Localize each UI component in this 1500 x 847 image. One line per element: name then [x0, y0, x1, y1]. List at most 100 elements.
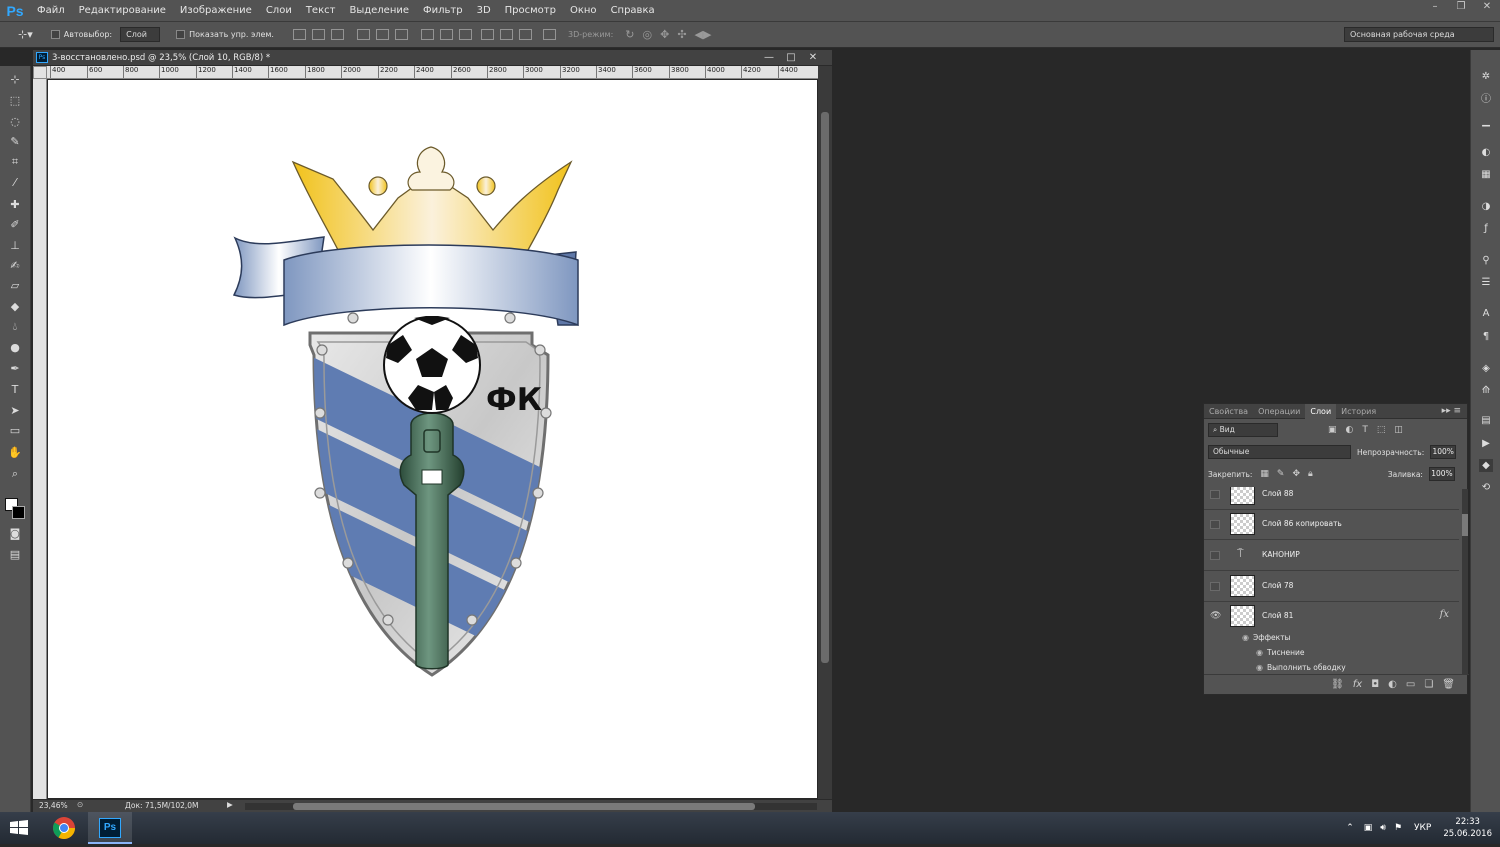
- layers-icon[interactable]: ◆: [1479, 459, 1493, 472]
- lock-transparent-icon[interactable]: ▦: [1260, 469, 1269, 479]
- dodge-tool-icon[interactable]: ●: [6, 340, 24, 356]
- move-tool-icon[interactable]: ⊹: [6, 72, 24, 88]
- 3d-icon[interactable]: ◈: [1479, 362, 1493, 375]
- path-select-tool-icon[interactable]: ➤: [6, 403, 24, 419]
- quick-mask-icon[interactable]: ◙: [6, 526, 24, 542]
- lock-pixels-icon[interactable]: ✎: [1277, 469, 1285, 479]
- layer-filter-dropdown[interactable]: ⌕ Вид: [1208, 423, 1278, 437]
- distribute-left-icon[interactable]: [480, 29, 494, 40]
- blur-tool-icon[interactable]: 💧︎: [6, 319, 24, 335]
- quick-select-tool-icon[interactable]: ✎: [6, 134, 24, 150]
- paragraph-icon[interactable]: ¶: [1479, 330, 1493, 343]
- info-icon[interactable]: ⓘ: [1479, 93, 1493, 106]
- vertical-scroll-thumb[interactable]: [821, 112, 829, 663]
- histogram-icon[interactable]: ▁: [1479, 115, 1493, 128]
- visibility-toggle[interactable]: [1210, 551, 1220, 560]
- eyedropper-tool-icon[interactable]: ⁄: [6, 175, 24, 191]
- layers-scrollbar[interactable]: [1462, 489, 1468, 675]
- eraser-tool-icon[interactable]: ▱: [6, 278, 24, 294]
- pan-3d-icon[interactable]: ✥: [660, 28, 669, 41]
- tab-layers[interactable]: Слои: [1305, 403, 1337, 419]
- menu-select[interactable]: Выделение: [342, 0, 416, 22]
- new-adjustment-icon[interactable]: ◐: [1388, 679, 1397, 690]
- tab-actions[interactable]: Операции: [1253, 404, 1305, 419]
- distribute-top-icon[interactable]: [420, 29, 434, 40]
- tray-expand-icon[interactable]: ⌃: [1346, 823, 1354, 833]
- visibility-toggle[interactable]: [1210, 520, 1220, 529]
- language-indicator[interactable]: УКР: [1414, 823, 1431, 833]
- roll-3d-icon[interactable]: ◎: [642, 28, 652, 41]
- eye-icon[interactable]: 👁︎: [1210, 611, 1221, 621]
- vertical-scrollbar[interactable]: [818, 66, 832, 799]
- align-left-icon[interactable]: [356, 29, 370, 40]
- show-transform-checkbox[interactable]: [176, 30, 186, 39]
- layer-row[interactable]: ⍑ КАНОНИР: [1204, 541, 1459, 571]
- effect-row[interactable]: ◉ Выполнить обводку: [1256, 663, 1346, 672]
- new-layer-icon[interactable]: ❏: [1424, 679, 1433, 690]
- doc-minimize-icon[interactable]: —: [758, 50, 780, 65]
- layer-row[interactable]: 👁︎ Слой 81 fx: [1204, 602, 1459, 632]
- swatches-icon[interactable]: ▦: [1479, 168, 1493, 181]
- horizontal-ruler[interactable]: 400 600 800 1000 1200 1400 1600 1800 200…: [47, 66, 818, 79]
- lasso-tool-icon[interactable]: ◌: [6, 114, 24, 130]
- ruler-origin[interactable]: [33, 66, 47, 79]
- align-bottom-icon[interactable]: [330, 29, 344, 40]
- fill-input[interactable]: 100%: [1428, 467, 1455, 481]
- lock-position-icon[interactable]: ✥: [1292, 469, 1300, 479]
- bucket-tool-icon[interactable]: ◆: [6, 299, 24, 315]
- menu-view[interactable]: Просмотр: [498, 0, 563, 22]
- brush-settings-icon[interactable]: ☰: [1479, 276, 1493, 289]
- doc-close-icon[interactable]: ✕: [802, 50, 824, 65]
- effects-row[interactable]: ◉ Эффекты: [1242, 633, 1290, 642]
- start-button[interactable]: [0, 812, 38, 844]
- filter-pixel-icon[interactable]: ▣: [1328, 425, 1337, 435]
- flag-icon[interactable]: ⚑: [1394, 823, 1402, 833]
- distribute-right-icon[interactable]: [518, 29, 532, 40]
- filter-smart-icon[interactable]: ◫: [1394, 425, 1403, 435]
- panel-menu-icon[interactable]: ▸▸ ≡: [1442, 406, 1461, 416]
- menu-type[interactable]: Текст: [299, 0, 343, 22]
- workspace-dropdown[interactable]: Основная рабочая среда: [1344, 27, 1494, 42]
- history-icon[interactable]: ⟲: [1479, 481, 1493, 494]
- tab-properties[interactable]: Свойства: [1204, 404, 1253, 419]
- minimize-icon[interactable]: –: [1422, 0, 1448, 16]
- eye-icon[interactable]: ◉: [1256, 663, 1263, 672]
- clock[interactable]: 22:33 25.06.2016: [1443, 816, 1492, 840]
- auto-align-icon[interactable]: [542, 29, 556, 40]
- crop-tool-icon[interactable]: ⌗: [6, 154, 24, 170]
- zoom-tool-icon[interactable]: ⌕: [6, 466, 24, 482]
- lock-all-icon[interactable]: 🔒︎: [1308, 469, 1313, 479]
- align-top-icon[interactable]: [292, 29, 306, 40]
- layer-row[interactable]: Слой 78: [1204, 572, 1459, 602]
- menu-help[interactable]: Справка: [604, 0, 662, 22]
- menu-edit[interactable]: Редактирование: [72, 0, 173, 22]
- align-hcenter-icon[interactable]: [375, 29, 389, 40]
- marquee-tool-icon[interactable]: ⬚: [6, 93, 24, 109]
- distribute-vcenter-icon[interactable]: [439, 29, 453, 40]
- menu-file[interactable]: Файл: [30, 0, 72, 22]
- menu-window[interactable]: Окно: [563, 0, 604, 22]
- screen-mode-icon[interactable]: ▤: [6, 547, 24, 563]
- filter-type-icon[interactable]: T: [1362, 425, 1368, 435]
- network-icon[interactable]: ▣: [1364, 823, 1373, 833]
- visibility-toggle[interactable]: [1210, 582, 1220, 591]
- autoselect-checkbox[interactable]: [50, 30, 60, 39]
- hand-tool-icon[interactable]: ✋: [6, 445, 24, 461]
- adjustments-icon[interactable]: ◑: [1479, 200, 1493, 213]
- layer-row[interactable]: Слой 86 копировать: [1204, 510, 1459, 540]
- color-icon[interactable]: ◐: [1479, 146, 1493, 159]
- layers-scroll-thumb[interactable]: [1462, 514, 1468, 536]
- layer-row[interactable]: Слой 88: [1204, 487, 1459, 510]
- status-menu-arrow-icon[interactable]: ▶: [227, 800, 233, 809]
- volume-icon[interactable]: 🔊︎: [1380, 823, 1386, 833]
- effect-row[interactable]: ◉ Тиснение: [1256, 648, 1304, 657]
- tab-history[interactable]: История: [1336, 404, 1381, 419]
- brush-tool-icon[interactable]: ✐: [6, 217, 24, 233]
- document-tab[interactable]: Ps 3-восстановлено.psd @ 23,5% (Слой 10,…: [33, 50, 832, 66]
- compass-icon[interactable]: ✲: [1479, 70, 1493, 83]
- pen-tool-icon[interactable]: ✒: [6, 361, 24, 377]
- opacity-input[interactable]: 100%: [1430, 445, 1457, 459]
- photoshop-taskbar-button[interactable]: Ps: [88, 812, 132, 844]
- link-layers-icon[interactable]: ⛓: [1331, 679, 1344, 690]
- menu-3d[interactable]: 3D: [470, 0, 498, 22]
